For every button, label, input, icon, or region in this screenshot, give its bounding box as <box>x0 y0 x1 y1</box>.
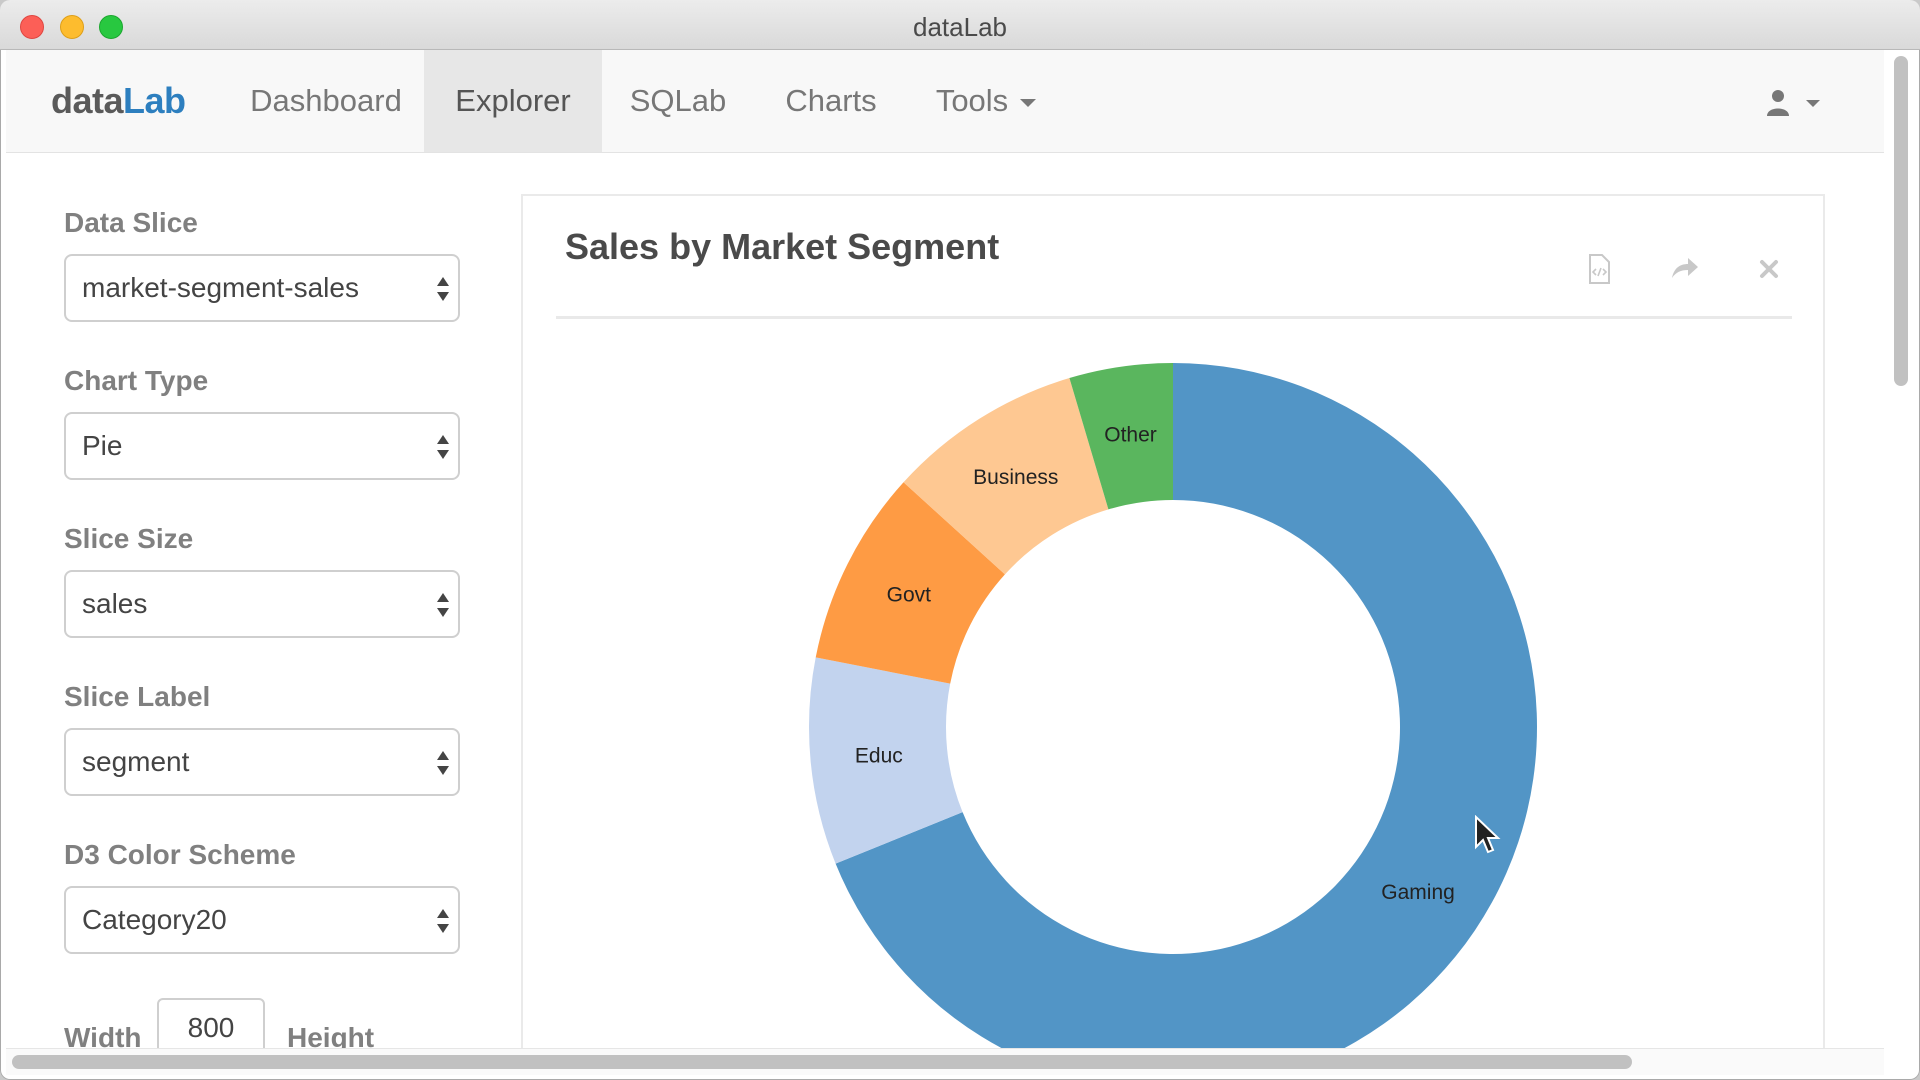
horizontal-scroll-thumb[interactable] <box>12 1055 1632 1069</box>
slice-label-govt: Govt <box>887 584 932 607</box>
horizontal-scrollbar[interactable] <box>6 1048 1884 1075</box>
mouse-cursor-icon <box>1475 815 1501 854</box>
app-window: dataLab dataLab Dashboard Explorer SQLab… <box>0 0 1920 1080</box>
donut-chart: Gaming Educ Govt Business Other <box>809 363 1537 1048</box>
slice-label-business: Business <box>973 466 1058 489</box>
slice-label-gaming: Gaming <box>1381 881 1455 904</box>
slice-label-other: Other <box>1104 424 1157 447</box>
vertical-scroll-thumb[interactable] <box>1894 56 1908 386</box>
vertical-scrollbar[interactable] <box>1888 50 1914 1050</box>
slice-label-educ: Educ <box>855 744 903 767</box>
